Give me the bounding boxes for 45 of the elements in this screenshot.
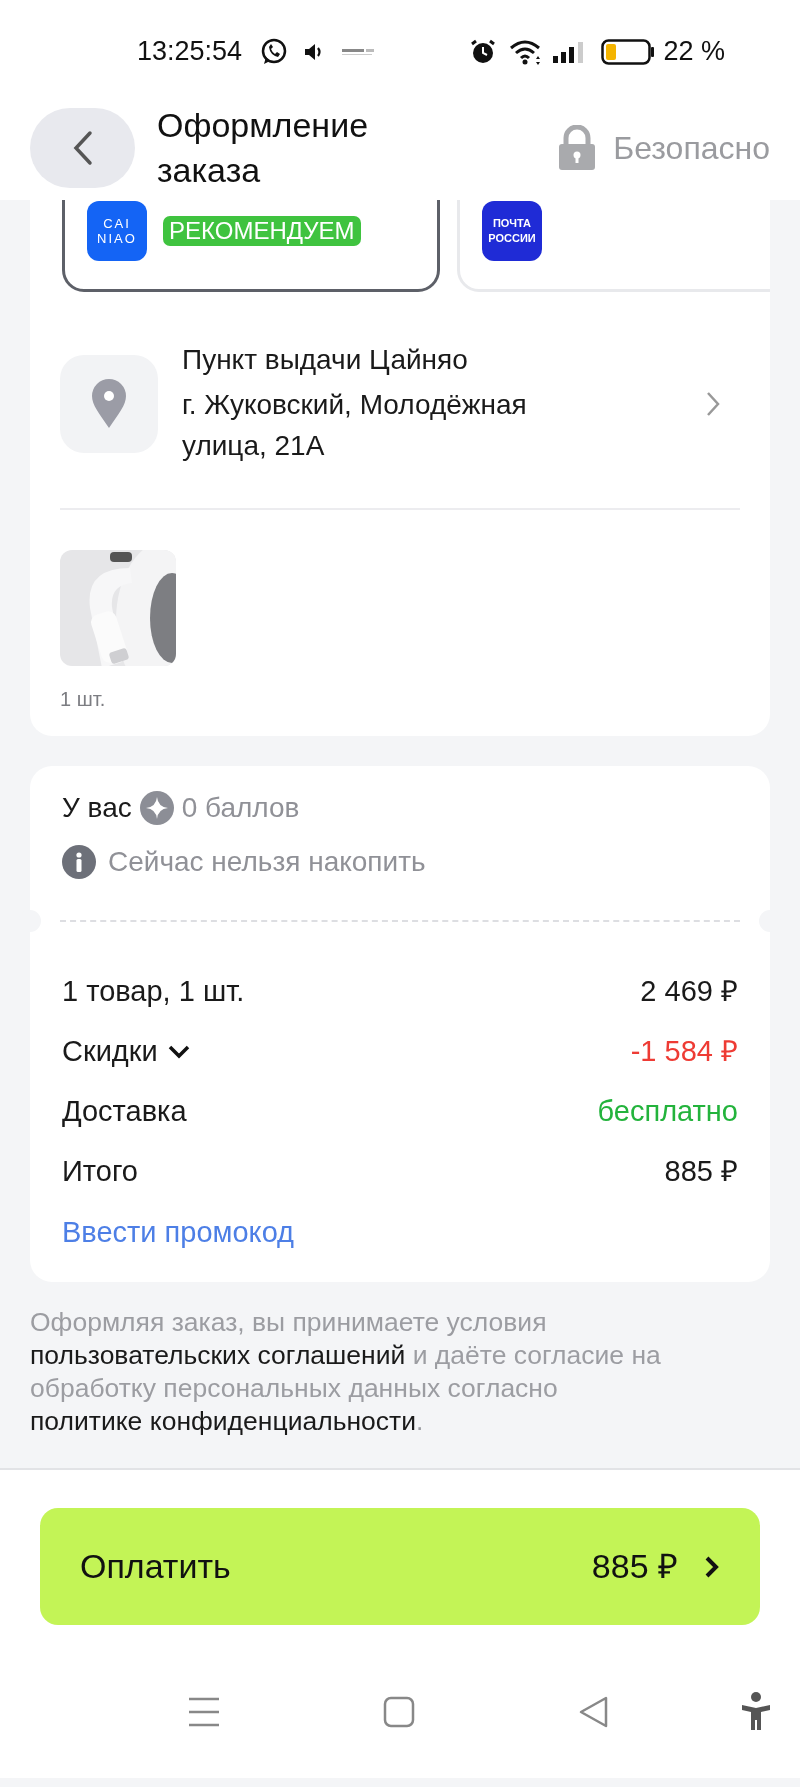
location-pin-icon xyxy=(91,379,127,429)
logo-text: РОССИИ xyxy=(488,231,536,246)
logo-text: NIAO xyxy=(97,231,137,246)
back-triangle-icon[interactable] xyxy=(578,1696,610,1728)
summary-label: Итого xyxy=(62,1154,138,1190)
legal-link[interactable]: политике xyxy=(30,1406,143,1436)
summary-value: бесплатно xyxy=(597,1094,738,1130)
points-value: 0 баллов xyxy=(181,791,300,825)
promo-code-link[interactable]: Ввести промокод xyxy=(62,1202,295,1262)
home-icon[interactable] xyxy=(383,1696,415,1728)
summary-value: 2 469 ₽ xyxy=(640,974,738,1010)
points-icon xyxy=(139,791,174,825)
whatsapp-icon xyxy=(260,37,289,66)
accessibility-icon[interactable] xyxy=(740,1692,772,1732)
summary-value: 885 ₽ xyxy=(664,1154,738,1190)
logo-text: CAI xyxy=(103,216,131,231)
back-icon xyxy=(71,129,94,166)
menu-icon[interactable] xyxy=(188,1696,220,1728)
status-time: 13:25:54 xyxy=(137,35,243,69)
logo-text: ПОЧТА xyxy=(492,216,532,231)
info-icon xyxy=(62,845,96,879)
legal-link[interactable]: пользовательских соглашений xyxy=(30,1340,406,1370)
pay-button[interactable]: Оплатить 885 ₽ xyxy=(40,1508,760,1625)
pickup-address: г. Жуковский, Молодёжная улица, 21А xyxy=(182,388,528,463)
battery-percent: 22 % xyxy=(663,35,725,69)
summary-label: 1 товар, 1 шт. xyxy=(62,974,245,1010)
recommended-badge: РЕКОМЕНДУЕМ xyxy=(163,216,361,246)
pickup-row[interactable]: Пункт выдачи Цайняо г. Жуковский, Молодёжная улица, 21А xyxy=(60,342,740,510)
secure-label: Безопасно xyxy=(613,128,770,168)
notification-icon xyxy=(342,46,377,57)
delivery-option[interactable]: ПОЧТА РОССИИ xyxy=(457,200,770,292)
chevron-right-icon xyxy=(706,391,720,417)
legal-link[interactable]: конфиденциальности xyxy=(149,1406,416,1436)
summary-label: Доставка xyxy=(62,1094,187,1130)
pickup-title: Пункт выдачи Цайняо xyxy=(182,343,469,377)
points-note: Сейчас нельзя накопить xyxy=(108,845,426,879)
points-prefix: У вас xyxy=(62,791,132,825)
chevron-right-icon xyxy=(704,1554,720,1579)
delivery-option[interactable]: CAI NIAO РЕКОМЕНДУЕМ xyxy=(62,200,440,292)
discounts-toggle[interactable]: Скидки xyxy=(62,1030,190,1074)
product-quantity: 1 шт. xyxy=(60,687,107,712)
battery-icon xyxy=(601,38,656,65)
page-title: Оформление заказа xyxy=(157,104,370,191)
legal-text: Оформляя заказ, вы принимаете условия пользовательских соглашений и даёте согласие на обработку персональных данных согласно политике конфиденциальности. xyxy=(30,1306,662,1438)
summary-value: -1 584 ₽ xyxy=(630,1034,738,1070)
